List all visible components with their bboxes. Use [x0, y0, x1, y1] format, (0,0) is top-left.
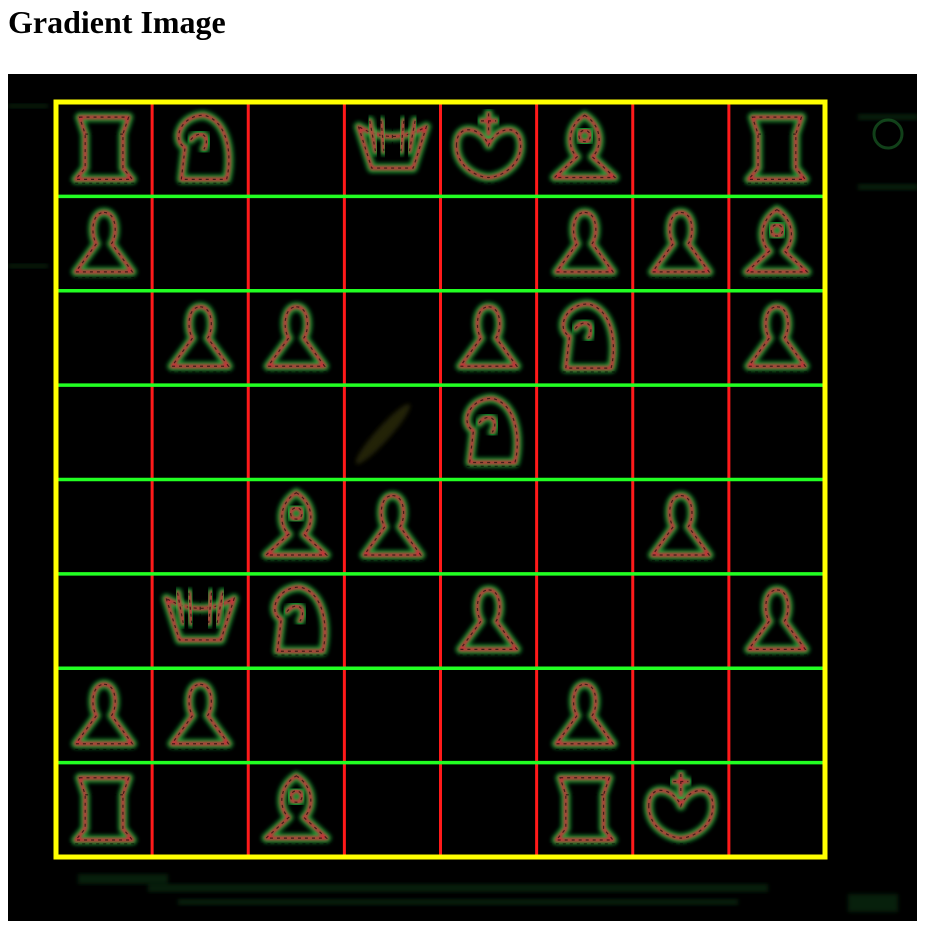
- chessboard-gradient-render: [8, 99, 917, 912]
- chess-piece-rook: [63, 773, 145, 849]
- chess-piece-pawn: [736, 302, 818, 377]
- chess-piece-pawn: [544, 679, 626, 754]
- artifact-streak: [8, 264, 48, 268]
- chess-piece-pawn: [159, 679, 241, 754]
- chess-piece-rook: [544, 773, 626, 849]
- chess-piece-pawn: [640, 207, 722, 283]
- artifact-streak: [858, 184, 917, 190]
- artifact-diagonal-streak: [355, 403, 411, 465]
- gradient-image: [8, 74, 917, 921]
- artifact-streak: [8, 104, 48, 108]
- chess-piece-bishop: [255, 488, 337, 566]
- artifact-streak: [148, 884, 768, 892]
- chess-piece-bishop: [255, 771, 337, 849]
- chess-piece-pawn: [640, 491, 722, 566]
- chess-piece-pawn: [63, 207, 145, 283]
- chess-piece-pawn: [63, 679, 145, 754]
- chess-piece-bishop: [736, 205, 818, 283]
- chess-piece-rook: [736, 112, 818, 188]
- chess-piece-bishop: [544, 110, 626, 188]
- chess-piece-pawn: [159, 302, 241, 377]
- chess-piece-knight: [448, 393, 529, 471]
- artifact-streak: [178, 899, 738, 905]
- chess-piece-knight: [544, 299, 626, 377]
- chess-piece-king: [640, 769, 722, 849]
- chess-piece-queen: [352, 116, 433, 188]
- artifact-streak: [848, 894, 898, 912]
- chess-piece-rook: [63, 112, 145, 188]
- chess-piece-pawn: [448, 302, 529, 377]
- page-title: Gradient Image: [8, 4, 226, 40]
- artifact-streak: [78, 874, 168, 884]
- chess-piece-knight: [159, 110, 241, 188]
- chess-piece-queen: [159, 588, 241, 660]
- chess-piece-pawn: [544, 207, 626, 283]
- chess-piece-pawn: [255, 302, 337, 377]
- chess-piece-knight: [255, 582, 337, 660]
- chess-piece-pawn: [352, 491, 433, 566]
- chess-piece-king: [448, 108, 529, 188]
- chess-piece-pawn: [736, 585, 818, 660]
- artifact-ring: [872, 118, 904, 150]
- chess-piece-pawn: [448, 585, 529, 660]
